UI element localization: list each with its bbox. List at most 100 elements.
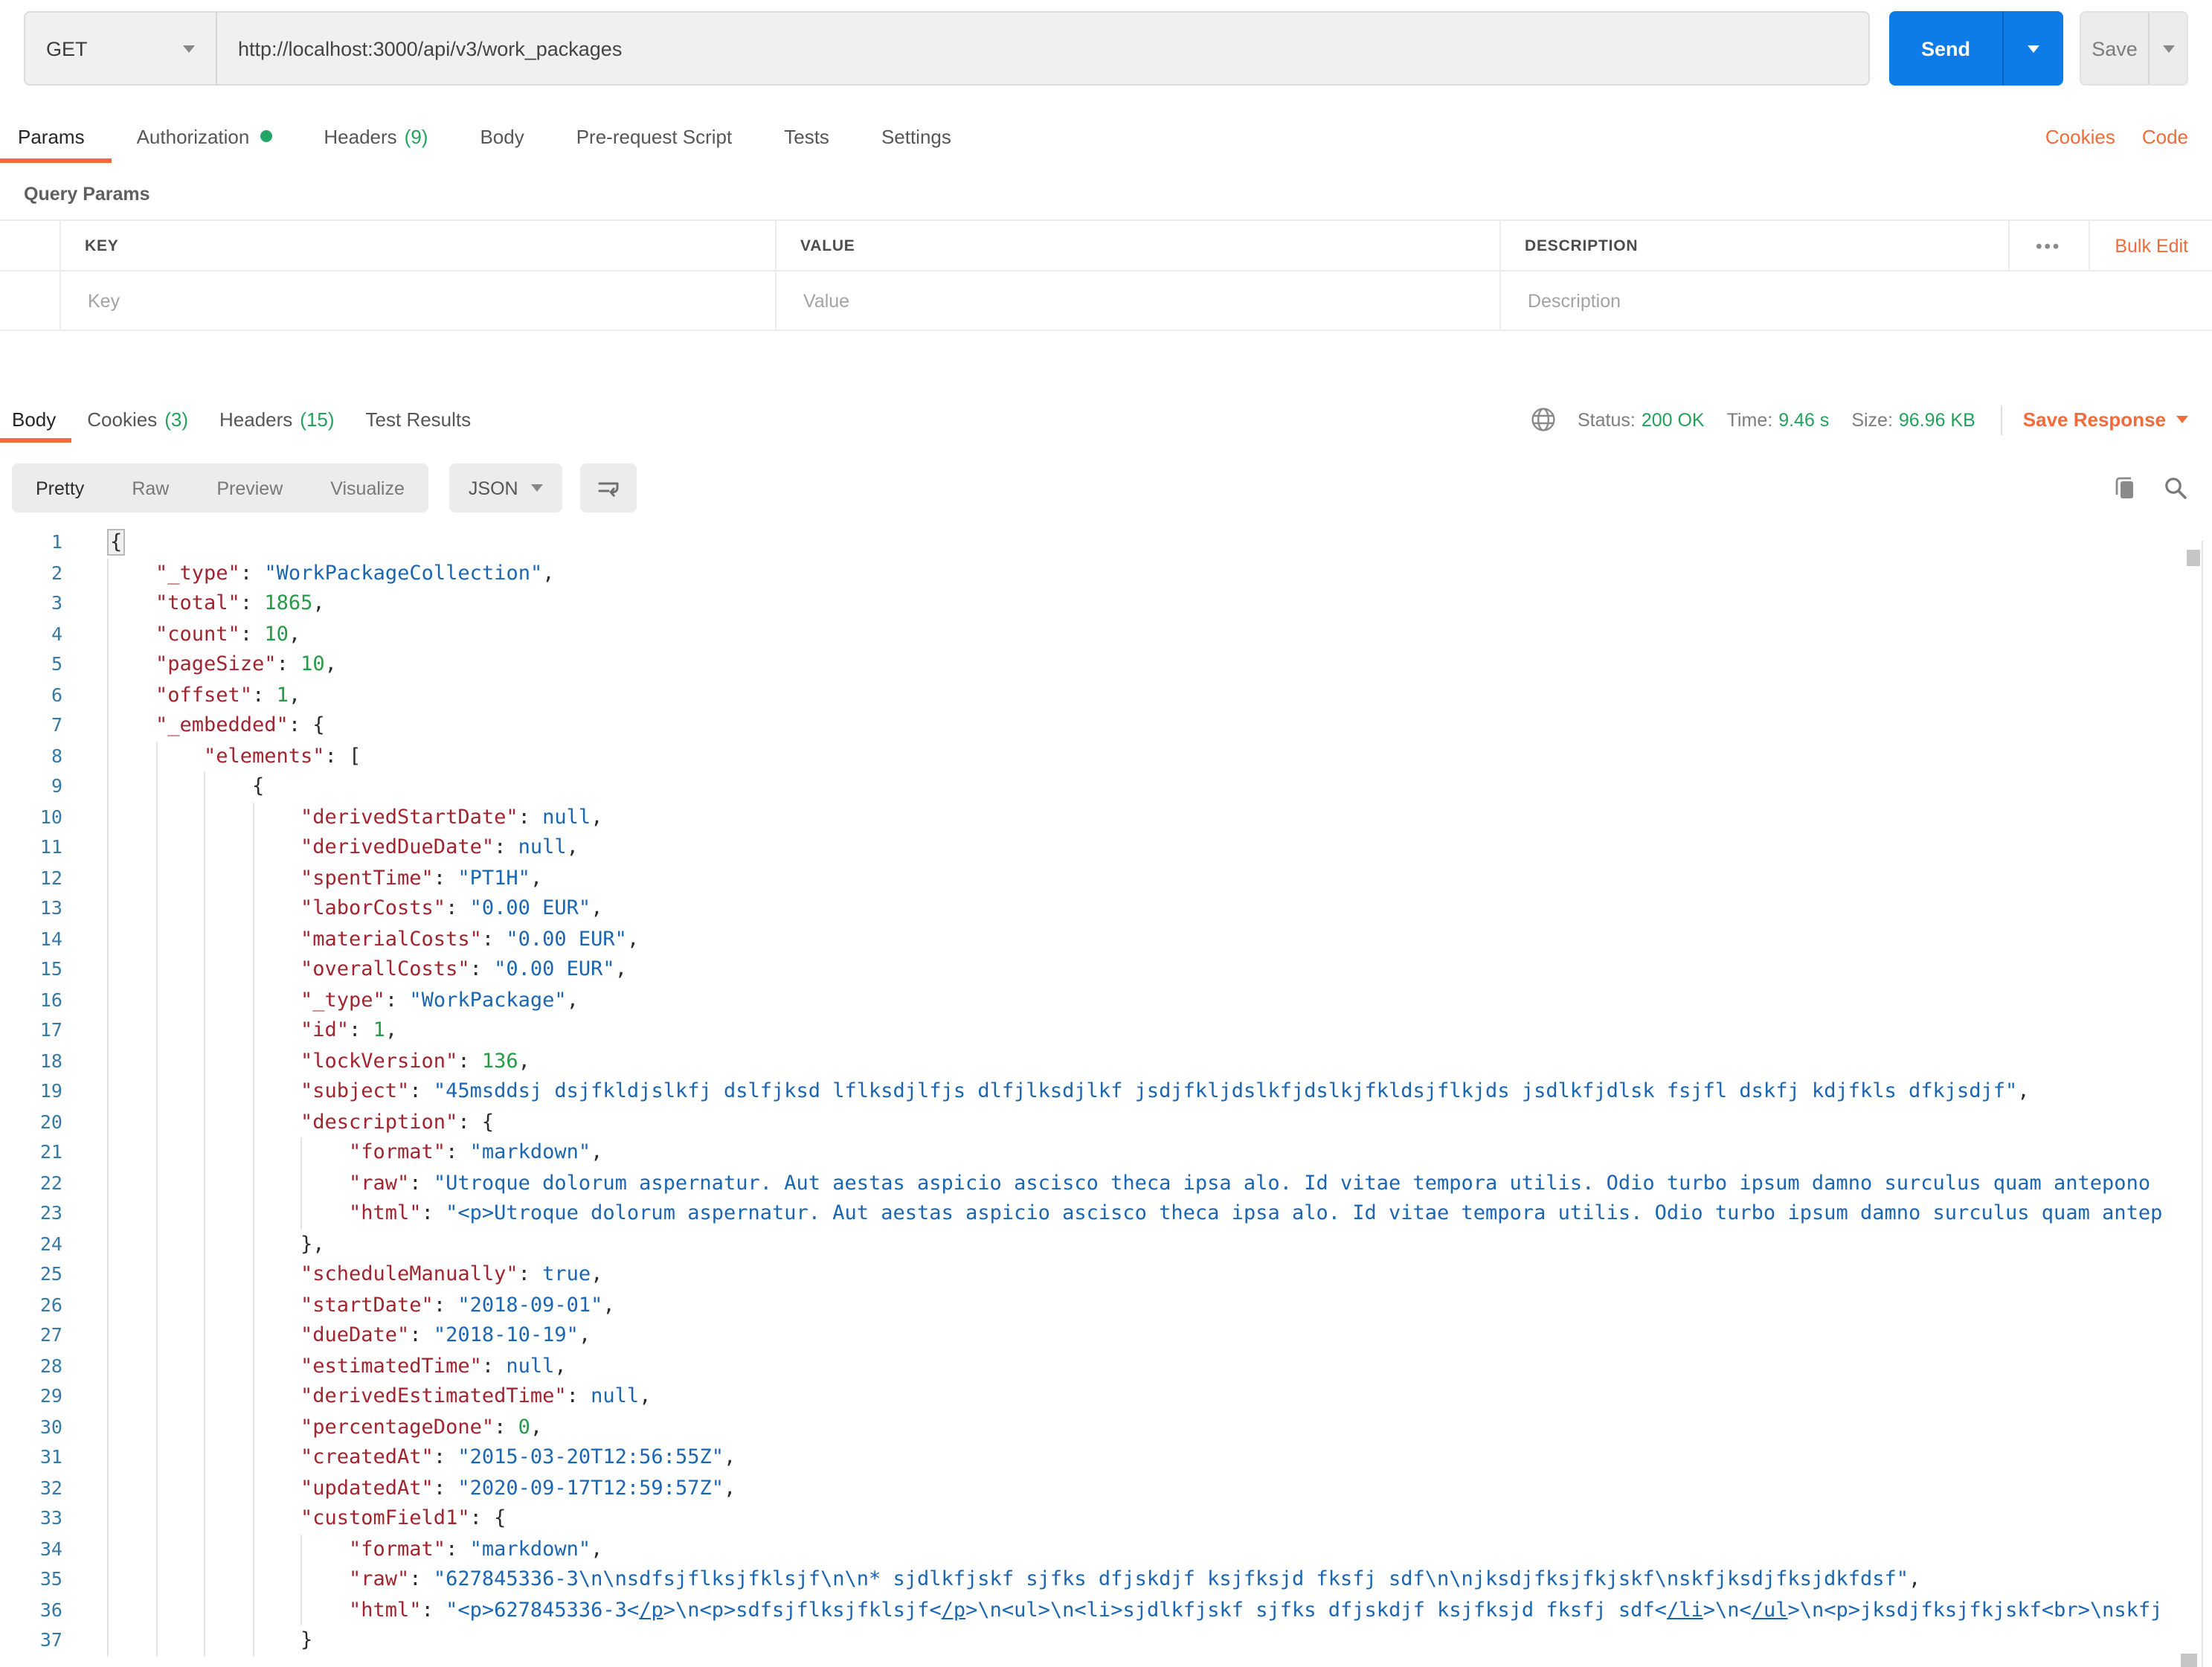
json-token: "2018-09-01" [457,1293,603,1317]
json-token: : [457,1049,482,1073]
json-key: "percentageDone" [300,1415,495,1439]
language-dropdown[interactable]: JSON [448,463,563,513]
indent-guide [155,1351,204,1381]
indent-guide [204,1534,252,1564]
json-token: , [723,1476,736,1500]
tab-label: Authorization [136,125,250,147]
code-line: 4 "count": 10, [0,619,2212,649]
method-dropdown[interactable]: GET [24,11,217,86]
code-line: 35 "raw": "627845336-3\n\nsdfsjflksjfklsj… [0,1564,2212,1595]
line-number: 3 [51,591,62,614]
value-input[interactable] [800,289,1435,312]
indent-guide [252,1442,300,1473]
send-options-button[interactable] [2002,11,2063,86]
line-number: 29 [39,1384,62,1407]
scrollbar-thumb[interactable] [2187,550,2200,566]
json-token: "2020-09-17T12:59:57Z" [457,1476,724,1500]
request-tabs: Params Authorization Headers (9) Body Pre-req… [0,109,2212,163]
description-input[interactable] [1525,289,2150,312]
save-options-button[interactable] [2148,13,2187,84]
tab-params[interactable]: Params [0,109,112,163]
indent-guide [204,1198,252,1229]
response-tab-test-results[interactable]: Test Results [366,396,472,443]
scrollbar-track [2202,541,2203,1667]
code-line: 37} [0,1625,2212,1656]
url-input[interactable] [217,11,1870,86]
send-button[interactable]: Send [1889,11,2063,86]
line-number: 17 [39,1018,62,1041]
tab-tests[interactable]: Tests [784,109,829,163]
json-token: "markdown" [469,1140,591,1164]
code-line: 33 "customField1": { [0,1503,2212,1534]
tab-label: Body [12,408,57,431]
response-tab-cookies[interactable]: Cookies (3) [87,396,188,443]
code-content: "derivedDueDate": null, [77,832,2212,863]
bulk-edit-link[interactable]: Bulk Edit [2089,235,2212,256]
save-response-button[interactable]: Save Response [2023,408,2188,431]
view-mode-switcher: Pretty Raw Preview Visualize [12,463,428,513]
tab-authorization[interactable]: Authorization [137,109,272,163]
wrap-text-button[interactable] [580,463,637,513]
tab-pre-request-script[interactable]: Pre-request Script [576,109,733,163]
key-input[interactable] [85,289,713,312]
response-tab-body[interactable]: Body [0,396,71,443]
line-number: 2 [51,561,62,583]
indent-guide [155,741,204,771]
code-link[interactable]: Code [2142,125,2188,147]
more-options-icon[interactable]: ••• [2009,235,2088,256]
indent-guide [155,1595,204,1625]
json-key: "overallCosts" [300,957,470,981]
method-label: GET [46,37,88,60]
save-button[interactable]: Save [2080,11,2188,86]
json-token: : [518,805,543,829]
json-token: }, [300,1232,325,1256]
indent-guide [107,954,155,985]
tab-settings[interactable]: Settings [881,109,951,163]
code-content: "derivedEstimatedTime": null, [77,1381,2212,1412]
indent-guide [204,1168,252,1198]
line-number: 19 [39,1079,62,1102]
indent-guide [155,832,204,863]
key-column-header: KEY [61,221,777,270]
indent-guide [300,1534,349,1564]
code-content: "_embedded": { [77,710,2212,741]
view-tab-pretty[interactable]: Pretty [12,463,108,513]
search-icon[interactable] [2163,475,2188,501]
view-tab-visualize[interactable]: Visualize [306,463,428,513]
value-cell [777,272,1501,330]
cookies-link[interactable]: Cookies [2045,125,2115,147]
json-key: "format" [349,1537,446,1561]
code-line: 28 "estimatedTime": null, [0,1351,2212,1381]
json-token: : [446,1140,470,1164]
json-key: "elements" [204,744,325,768]
indent-guide [107,649,155,680]
indent-guide [155,1412,204,1442]
line-number: 20 [39,1110,62,1132]
indent-guide [107,1259,155,1290]
send-label[interactable]: Send [1889,11,2002,86]
save-label[interactable]: Save [2081,13,2148,84]
json-token: : [446,1537,470,1561]
indent-guide [252,893,300,924]
json-key: "raw" [349,1171,410,1195]
indent-guide [155,863,204,893]
view-tab-preview[interactable]: Preview [193,463,306,513]
time-value: 9.46 s [1778,409,1830,430]
indent-guide [107,1290,155,1320]
response-tab-headers[interactable]: Headers (15) [219,396,335,443]
indent-guide [204,893,252,924]
indent-guide [204,1137,252,1168]
tab-headers[interactable]: Headers (9) [324,109,428,163]
code-content: "html": "<p>627845336-3</p>\n<p>sdfsjflk… [77,1595,2212,1625]
json-token: "<p>Utroque dolorum aspernatur. Aut aest… [446,1201,2163,1225]
indent-guide [155,1534,204,1564]
key-cell [61,272,777,330]
tab-body[interactable]: Body [480,109,524,163]
line-number: 14 [39,927,62,949]
indent-guide [107,1076,155,1107]
json-key: "count" [155,622,240,646]
copy-icon[interactable] [2112,475,2138,501]
view-tab-raw[interactable]: Raw [108,463,193,513]
json-token: "0.00 EUR" [469,896,591,920]
indent-guide [107,863,155,893]
